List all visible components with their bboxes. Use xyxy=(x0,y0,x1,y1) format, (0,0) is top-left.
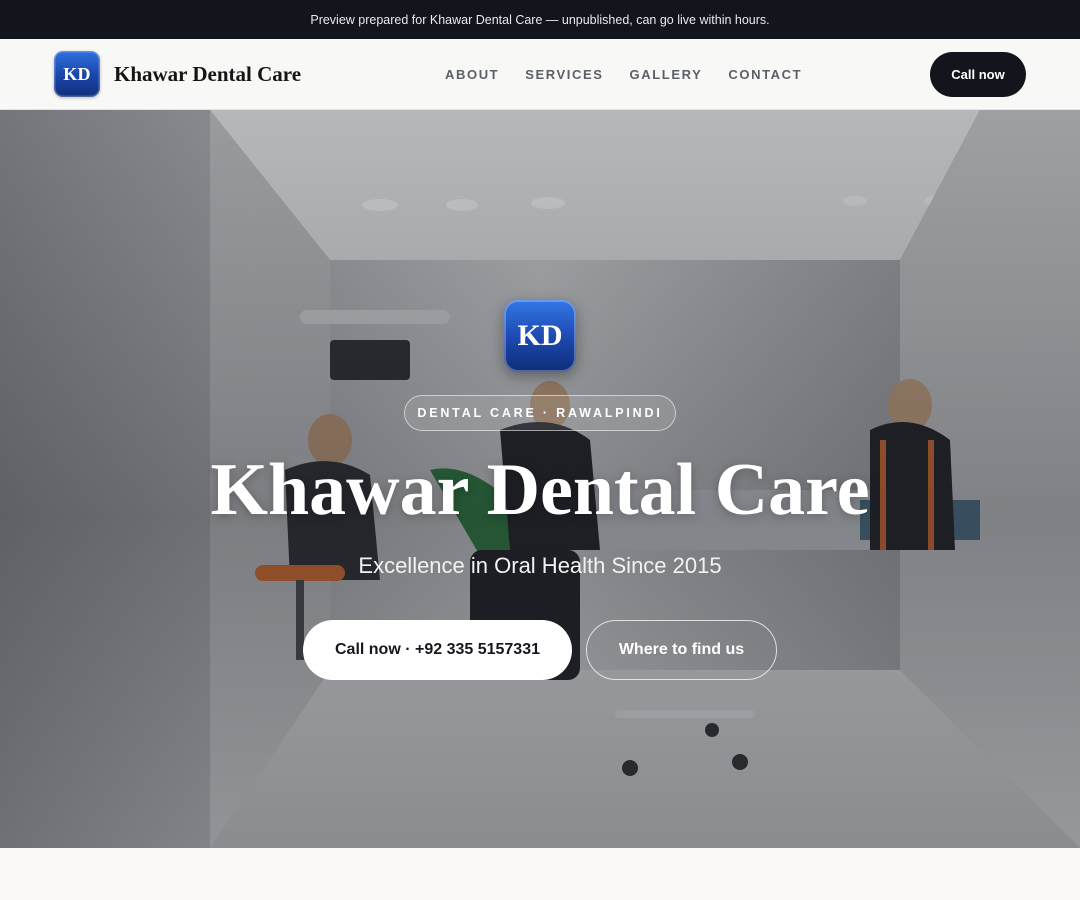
nav-links: ABOUT SERVICES GALLERY CONTACT xyxy=(432,39,815,109)
call-now-button[interactable]: Call now xyxy=(930,52,1026,97)
hero-content: KD DENTAL CARE · RAWALPINDI Khawar Denta… xyxy=(0,110,1080,848)
preview-banner-text: Preview prepared for Khawar Dental Care … xyxy=(310,12,770,27)
brand-logo: KD xyxy=(54,51,100,97)
next-section xyxy=(0,848,1080,900)
brand-logo-initials: KD xyxy=(63,63,91,84)
hero-logo: KD xyxy=(504,300,576,372)
hero-section: KD DENTAL CARE · RAWALPINDI Khawar Denta… xyxy=(0,110,1080,848)
hero-location-button[interactable]: Where to find us xyxy=(586,620,777,680)
hero-location-badge: DENTAL CARE · RAWALPINDI xyxy=(404,395,676,431)
top-navigation: KD Khawar Dental Care ABOUT SERVICES GAL… xyxy=(0,39,1080,110)
hero-title: Khawar Dental Care xyxy=(210,449,870,531)
hero-subtitle: Excellence in Oral Health Since 2015 xyxy=(358,553,722,578)
nav-link-contact[interactable]: CONTACT xyxy=(715,67,815,82)
brand-link[interactable]: KD Khawar Dental Care xyxy=(54,51,301,97)
nav-link-about[interactable]: ABOUT xyxy=(432,67,512,82)
nav-link-gallery[interactable]: GALLERY xyxy=(617,67,716,82)
brand-name: Khawar Dental Care xyxy=(114,61,302,86)
hero-logo-initials: KD xyxy=(517,319,563,352)
hero-call-button[interactable]: Call now · +92 335 5157331 xyxy=(303,620,572,680)
nav-link-services[interactable]: SERVICES xyxy=(512,67,616,82)
preview-banner: Preview prepared for Khawar Dental Care … xyxy=(0,0,1080,39)
